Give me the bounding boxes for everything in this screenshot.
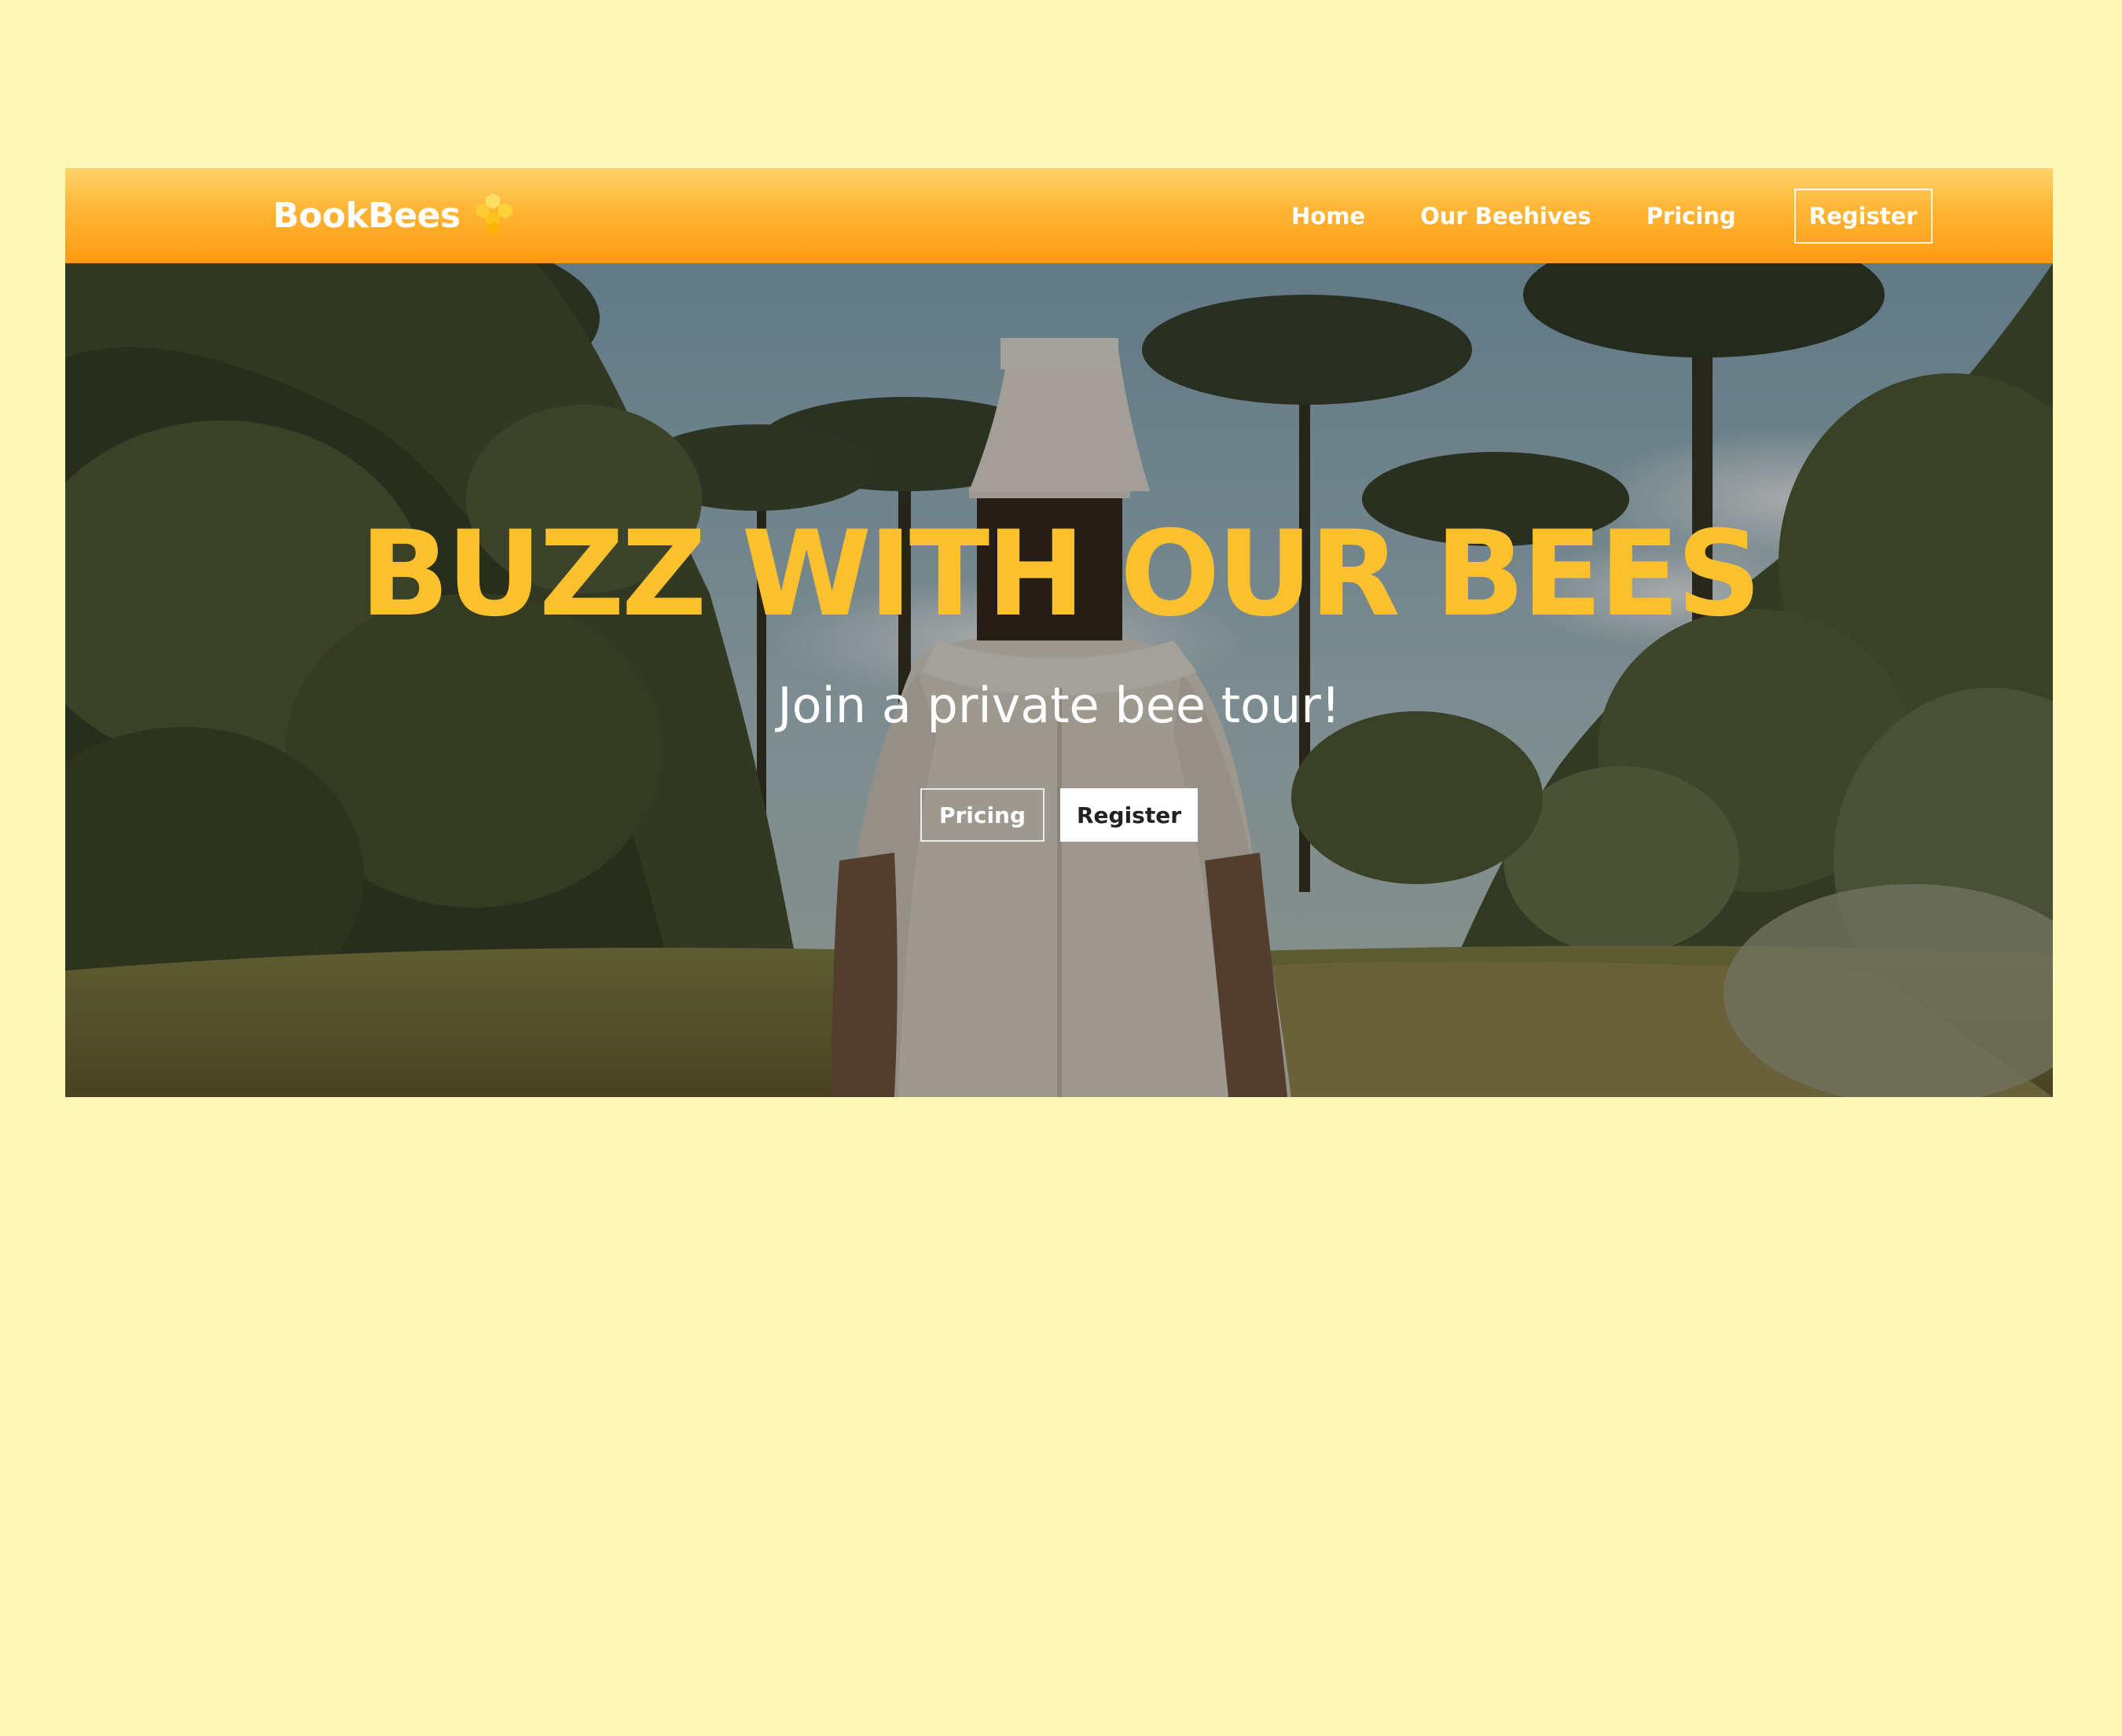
hero-section: BUZZ WITH OUR BEES Join a private bee to… — [65, 263, 2053, 1097]
hero-content: BUZZ WITH OUR BEES Join a private bee to… — [65, 263, 2053, 1097]
nav-links: Home Our Beehives Pricing Register — [1291, 168, 1933, 263]
brand-link[interactable]: BookBees — [273, 189, 517, 242]
nav-link-pricing[interactable]: Pricing — [1647, 203, 1736, 229]
navbar: BookBees Home Our Beehives Pricing Regis… — [65, 168, 2053, 263]
nav-link-home[interactable]: Home — [1291, 203, 1365, 229]
brand-name: BookBees — [273, 195, 461, 236]
nav-link-our-beehives[interactable]: Our Beehives — [1420, 203, 1592, 229]
hero-buttons: Pricing Register — [65, 788, 2053, 842]
hero-subtitle: Join a private bee tour! — [777, 677, 1341, 734]
honeycomb-logo-icon — [475, 193, 512, 236]
hero-pricing-button[interactable]: Pricing — [920, 788, 1044, 842]
hero-register-button[interactable]: Register — [1060, 788, 1198, 842]
page-frame: BookBees Home Our Beehives Pricing Regis… — [65, 168, 2053, 1097]
nav-register-button[interactable]: Register — [1793, 188, 1933, 244]
hero-title: BUZZ WITH OUR BEES — [359, 506, 1762, 643]
